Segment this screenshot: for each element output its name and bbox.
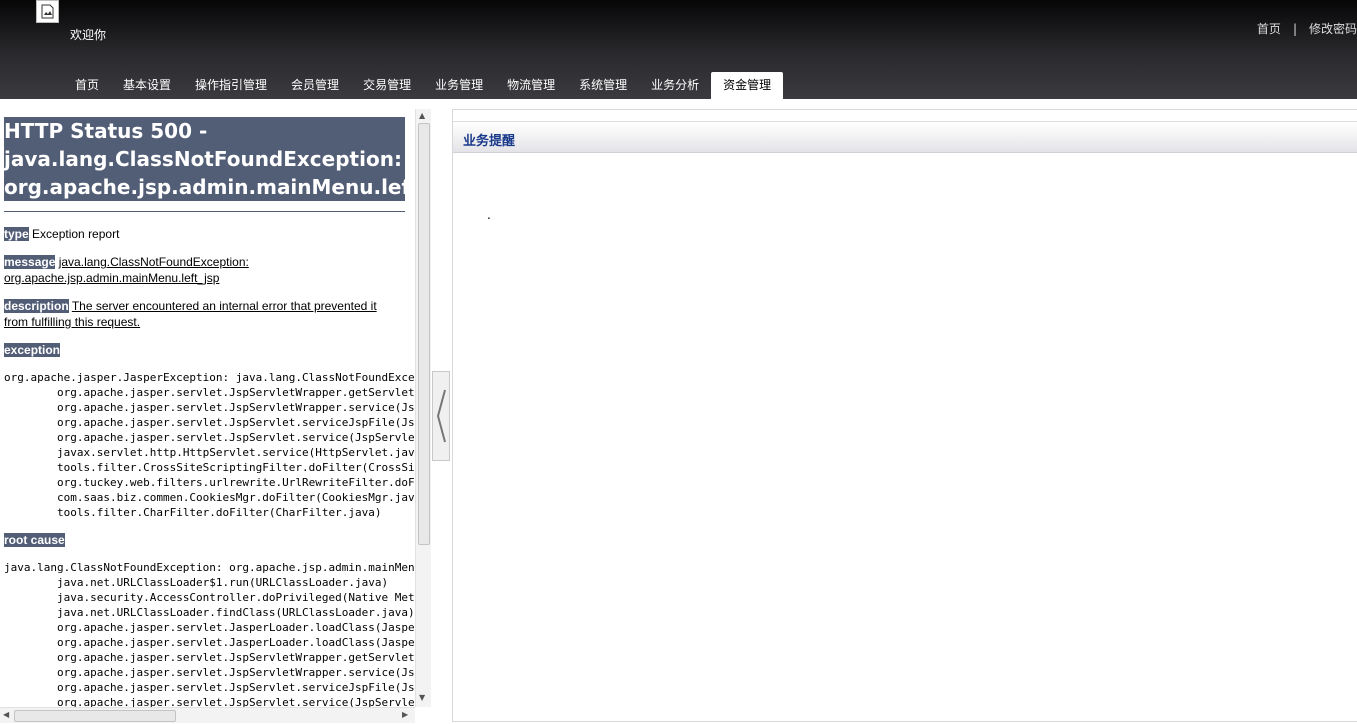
type-row: type Exception report [4, 226, 402, 242]
welcome-text: 欢迎你 [70, 28, 107, 42]
error-title: HTTP Status 500 - java.lang.ClassNotFoun… [4, 117, 405, 201]
panel-title: 业务提醒 [463, 134, 516, 149]
collapse-splitter[interactable] [432, 371, 450, 461]
chevron-left-icon [436, 389, 446, 443]
root-cause-row: root cause [4, 532, 402, 548]
right-frame: 业务提醒 . [452, 109, 1357, 722]
tab-fund-management[interactable]: 资金管理 [711, 72, 784, 99]
exception-row: exception [4, 342, 402, 358]
message-row: message java.lang.ClassNotFoundException… [4, 254, 402, 286]
tab-basic-settings[interactable]: 基本设置 [111, 72, 183, 99]
tab-trade-management[interactable]: 交易管理 [351, 72, 423, 99]
logo-icon[interactable] [36, 0, 59, 23]
tab-system-management[interactable]: 系统管理 [567, 72, 639, 99]
root-cause-trace: java.lang.ClassNotFoundException: org.ap… [4, 561, 415, 707]
main-nav: 首页 基本设置 操作指引管理 会员管理 交易管理 业务管理 物流管理 系统管理 … [63, 72, 784, 99]
description-row: description The server encountered an in… [4, 298, 402, 330]
type-value: Exception report [32, 227, 120, 241]
divider [4, 211, 405, 212]
exception-trace: org.apache.jasper.JasperException: java.… [4, 371, 415, 519]
exception-label: exception [4, 343, 61, 357]
top-links: 首页 | 修改密码 [1257, 20, 1357, 37]
type-label: type [4, 227, 29, 241]
panel-content: . [487, 208, 491, 222]
description-label: description [4, 299, 69, 313]
change-password-link[interactable]: 修改密码 [1309, 20, 1357, 37]
tab-business-analysis[interactable]: 业务分析 [639, 72, 711, 99]
scroll-right-icon[interactable]: ▶ [402, 710, 408, 719]
vertical-scroll-thumb[interactable] [418, 123, 430, 545]
tab-logistics-management[interactable]: 物流管理 [495, 72, 567, 99]
link-separator: | [1292, 22, 1297, 36]
vertical-scrollbar[interactable]: ▲ ▼ [415, 109, 431, 707]
panel-header: 业务提醒 [453, 121, 1357, 153]
tab-home[interactable]: 首页 [63, 72, 111, 99]
left-frame: HTTP Status 500 - java.lang.ClassNotFoun… [0, 109, 415, 707]
tab-guide-management[interactable]: 操作指引管理 [183, 72, 279, 99]
horizontal-scrollbar[interactable]: ◀ ▶ [0, 707, 415, 723]
horizontal-scroll-thumb[interactable] [14, 710, 176, 722]
scroll-left-icon[interactable]: ◀ [3, 710, 9, 719]
home-link[interactable]: 首页 [1257, 20, 1281, 37]
root-cause-label: root cause [4, 533, 65, 547]
tab-member-management[interactable]: 会员管理 [279, 72, 351, 99]
message-label: message [4, 255, 56, 269]
scroll-up-icon[interactable]: ▲ [419, 111, 425, 120]
scroll-down-icon[interactable]: ▼ [419, 693, 425, 702]
header-bar: 欢迎你 首页 | 修改密码 首页 基本设置 操作指引管理 会员管理 交易管理 业务管… [0, 0, 1357, 99]
tab-business-management[interactable]: 业务管理 [423, 72, 495, 99]
